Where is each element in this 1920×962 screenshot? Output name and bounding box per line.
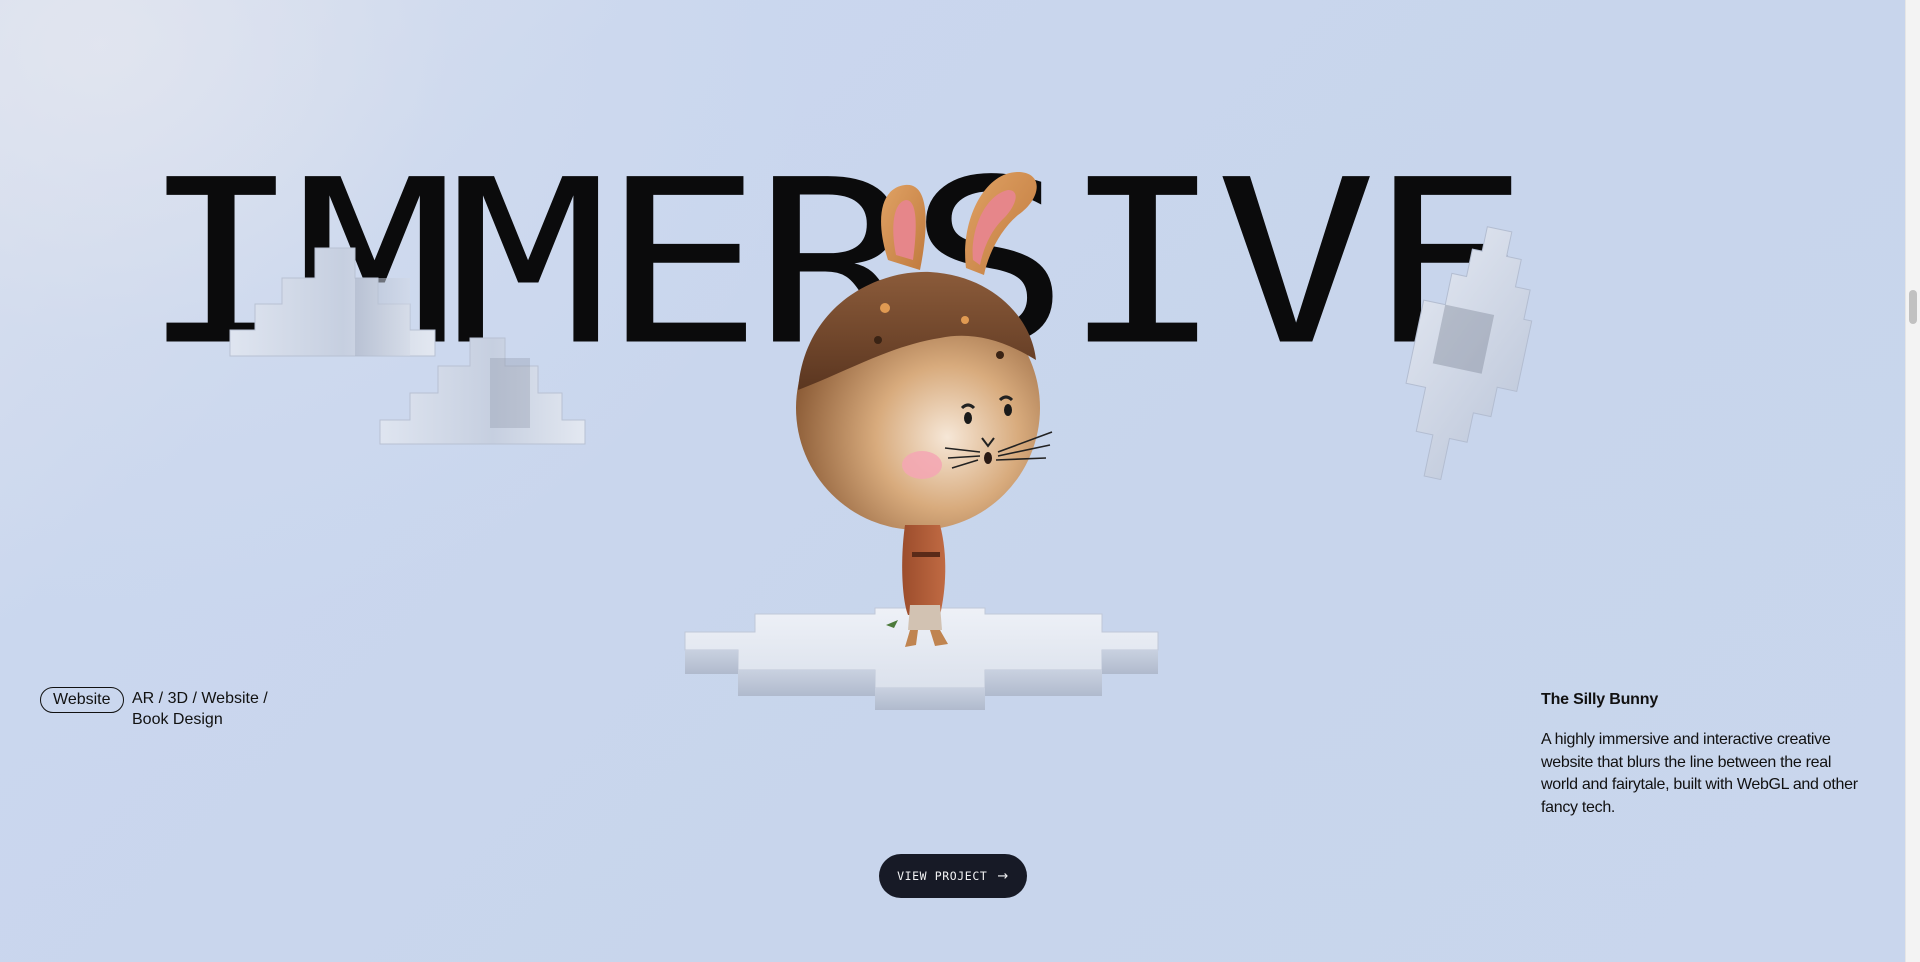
view-project-label: VIEW PROJECT	[897, 869, 988, 883]
background-glow	[0, 0, 820, 640]
platform-base	[684, 607, 1159, 710]
bunny-character	[796, 171, 1053, 647]
page: IMMERSIVE Website AR / 3D / Website / Bo…	[0, 0, 1920, 962]
project-description: A highly immersive and interactive creat…	[1541, 731, 1858, 816]
view-project-button[interactable]: VIEW PROJECT →	[879, 854, 1027, 898]
hero-headline: IMMERSIVE	[140, 130, 1531, 396]
project-title: The Silly Bunny	[1541, 691, 1659, 708]
arrow-right-icon: →	[997, 868, 1009, 884]
type-tag[interactable]: Website	[40, 687, 124, 713]
scrollbar-thumb[interactable]	[1909, 290, 1917, 324]
category-list: AR / 3D / Website / Book Design	[132, 690, 268, 728]
scrollbar-track[interactable]	[1905, 0, 1920, 962]
floating-blocks-right	[1405, 226, 1533, 481]
floating-blocks-left	[229, 247, 586, 445]
